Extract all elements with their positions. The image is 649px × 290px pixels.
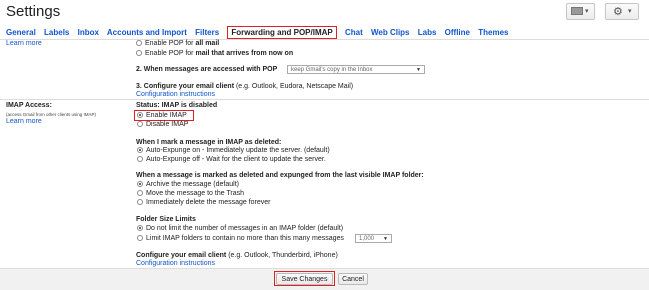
- pop-learn-more-link[interactable]: Learn more: [6, 40, 42, 47]
- imap-learn-more-link[interactable]: Learn more: [6, 118, 42, 125]
- radio-icon[interactable]: [137, 181, 143, 187]
- pop-q2-label: 2. When messages are accessed with POP: [136, 66, 278, 73]
- enable-imap-option[interactable]: Enable IMAP: [137, 112, 187, 119]
- tab-general[interactable]: General: [6, 28, 36, 37]
- no-limit-option[interactable]: Do not limit the number of messages in a…: [137, 225, 343, 232]
- imap-section-subtitle: (access Gmail from other clients using I…: [6, 112, 97, 117]
- pop-enable-now-option[interactable]: Enable POP for mail that arrives from no…: [136, 50, 293, 57]
- radio-icon[interactable]: [137, 156, 143, 162]
- pop-q3: 3. Configure your email client (e.g. Out…: [136, 83, 354, 90]
- expunge-off-option[interactable]: Auto-Expunge off - Wait for the client t…: [137, 156, 326, 163]
- chevron-down-icon: ▾: [585, 8, 589, 15]
- radio-icon[interactable]: [137, 199, 143, 205]
- radio-icon[interactable]: [137, 121, 143, 127]
- tab-themes[interactable]: Themes: [478, 28, 508, 37]
- divider: [0, 39, 649, 40]
- divider: [0, 99, 649, 100]
- limit-option[interactable]: Limit IMAP folders to contain no more th…: [137, 235, 344, 242]
- cancel-button[interactable]: Cancel: [338, 273, 368, 285]
- keyboard-button[interactable]: ▾: [566, 3, 595, 20]
- gear-icon: ⚙: [613, 6, 623, 18]
- pop-enable-all-option[interactable]: Enable POP for all mail: [136, 40, 219, 47]
- radio-icon[interactable]: [136, 50, 142, 56]
- radio-icon[interactable]: [137, 225, 143, 231]
- radio-icon[interactable]: [137, 190, 143, 196]
- chevron-down-icon: ▼: [416, 67, 421, 73]
- save-changes-button[interactable]: Save Changes: [276, 273, 333, 285]
- imap-status: Status: IMAP is disabled: [136, 102, 218, 109]
- imap-deleted-heading: When I mark a message in IMAP as deleted…: [136, 139, 282, 146]
- delete-forever-option[interactable]: Immediately delete the message forever: [137, 199, 271, 206]
- tab-chat[interactable]: Chat: [345, 28, 363, 37]
- imap-config-link[interactable]: Configuration instructions: [136, 260, 215, 267]
- keyboard-icon: [571, 7, 583, 15]
- page-title: Settings: [6, 3, 61, 20]
- trash-option[interactable]: Move the message to the Trash: [137, 190, 244, 197]
- imap-expunged-heading: When a message is marked as deleted and …: [136, 172, 424, 179]
- pop-action-select[interactable]: keep Gmail's copy in the Inbox ▼: [287, 65, 425, 74]
- tab-forwarding[interactable]: Forwarding and POP/IMAP: [227, 26, 337, 39]
- archive-option[interactable]: Archive the message (default): [137, 181, 239, 188]
- tab-labels[interactable]: Labels: [44, 28, 69, 37]
- tab-offline[interactable]: Offline: [445, 28, 470, 37]
- tab-filters[interactable]: Filters: [195, 28, 219, 37]
- radio-icon[interactable]: [137, 235, 143, 241]
- tab-inbox[interactable]: Inbox: [78, 28, 99, 37]
- folder-size-heading: Folder Size Limits: [136, 216, 196, 223]
- imap-section-title: IMAP Access:: [6, 102, 52, 109]
- chevron-down-icon: ▾: [628, 8, 632, 15]
- settings-tabs: General Labels Inbox Accounts and Import…: [6, 26, 514, 39]
- disable-imap-option[interactable]: Disable IMAP: [137, 121, 188, 128]
- imap-configure: Configure your email client (e.g. Outloo…: [136, 252, 338, 259]
- limit-select[interactable]: 1,000 ▼: [355, 234, 392, 243]
- expunge-on-option[interactable]: Auto-Expunge on - Immediately update the…: [137, 147, 330, 154]
- pop-config-link[interactable]: Configuration instructions: [136, 91, 215, 98]
- tab-labs[interactable]: Labs: [418, 28, 437, 37]
- settings-button[interactable]: ⚙ ▾: [605, 3, 639, 20]
- radio-icon[interactable]: [137, 112, 143, 118]
- tab-webclips[interactable]: Web Clips: [371, 28, 410, 37]
- chevron-down-icon: ▼: [383, 236, 388, 242]
- tab-accounts[interactable]: Accounts and Import: [107, 28, 187, 37]
- radio-icon[interactable]: [136, 40, 142, 46]
- radio-icon[interactable]: [137, 147, 143, 153]
